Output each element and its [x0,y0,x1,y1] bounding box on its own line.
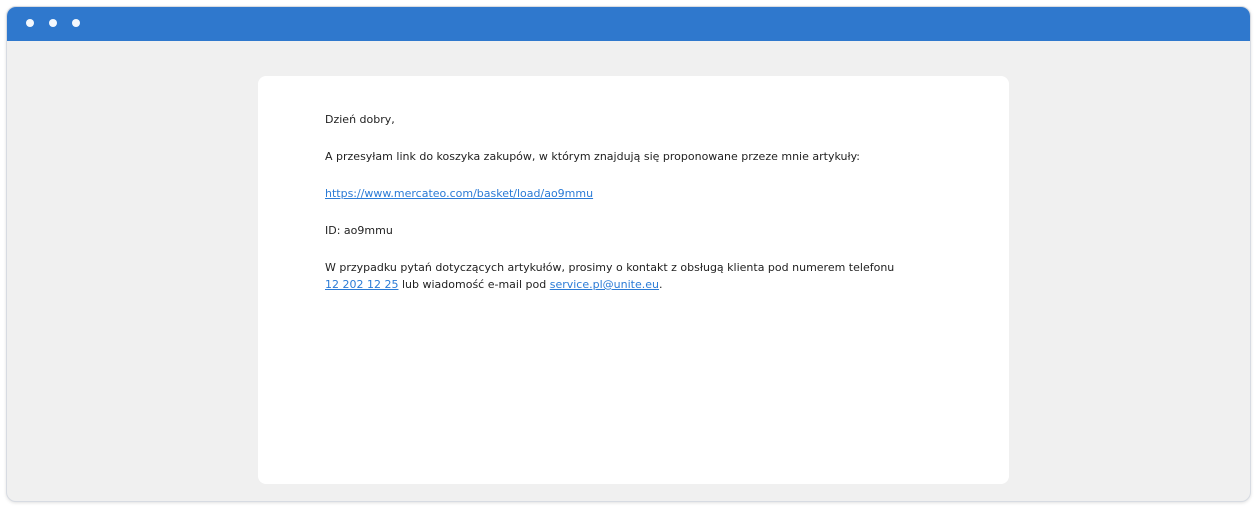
basket-link-line: https://www.mercateo.com/basket/load/ao9… [325,185,965,202]
support-text-middle: lub wiadomość e-mail pod [398,278,550,291]
email-intro: A przesyłam link do koszyka zakupów, w k… [325,150,860,163]
support-paragraph-line-2: 12 202 12 25 lub wiadomość e-mail pod se… [325,276,965,293]
support-email-link[interactable]: service.pl@unite.eu [550,278,659,291]
email-greeting: Dzień dobry, [325,113,395,126]
window-control-dot-3[interactable] [72,19,80,27]
phone-link[interactable]: 12 202 12 25 [325,278,398,291]
basket-id: ID: ao9mmu [325,224,393,237]
basket-link[interactable]: https://www.mercateo.com/basket/load/ao9… [325,187,593,200]
window-control-dot-2[interactable] [49,19,57,27]
email-card: Dzień dobry, A przesyłam link do koszyka… [258,76,1009,484]
window-control-dot-1[interactable] [26,19,34,27]
email-body: Dzień dobry, A przesyłam link do koszyka… [325,111,965,293]
support-text-end: . [658,278,663,291]
browser-window: Dzień dobry, A przesyłam link do koszyka… [6,6,1251,502]
window-title-bar [7,7,1250,41]
support-paragraph-line-1: W przypadku pytań dotyczących artykułów,… [325,261,895,274]
